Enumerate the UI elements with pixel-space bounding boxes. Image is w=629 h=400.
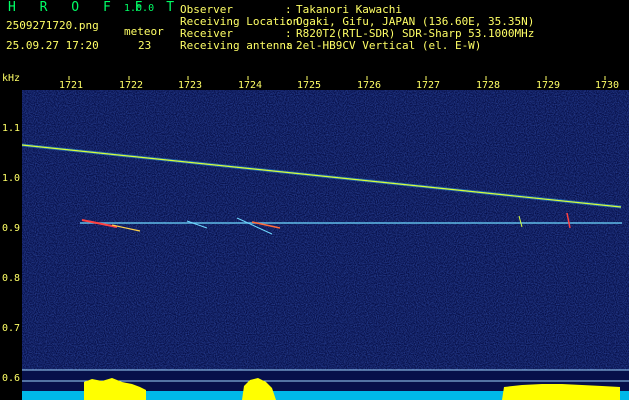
y-tick-label: 0.6 xyxy=(2,373,21,384)
y-tick-label: 0.9 xyxy=(2,223,21,234)
app-title: H R O F F T xyxy=(8,0,183,15)
y-tick-label: 1.0 xyxy=(2,173,21,184)
date-time: 25.09.27 17:20 xyxy=(6,39,99,52)
y-tick-label: 1.1 xyxy=(2,123,21,134)
y-tick-label: 0.7 xyxy=(2,323,21,334)
meteor-count: 23 xyxy=(138,39,152,52)
level-meter-burst xyxy=(502,384,620,400)
info-label-antenna: Receiving antenna xyxy=(180,39,293,52)
file-name: 2509271720.png xyxy=(6,19,99,32)
meteor-label: meteor xyxy=(124,25,164,38)
spectrogram xyxy=(22,90,629,400)
y-tick-label: 0.8 xyxy=(2,273,21,284)
noise-texture xyxy=(22,90,629,370)
app-version: 1.0.0 xyxy=(124,3,155,14)
info-value-antenna: 2el-HB9CV Vertical (el. E-W) xyxy=(296,39,482,52)
header-panel: H R O F F T 1.0.0 2509271720.png 25.09.2… xyxy=(0,0,629,56)
info-colon: : xyxy=(285,39,292,52)
